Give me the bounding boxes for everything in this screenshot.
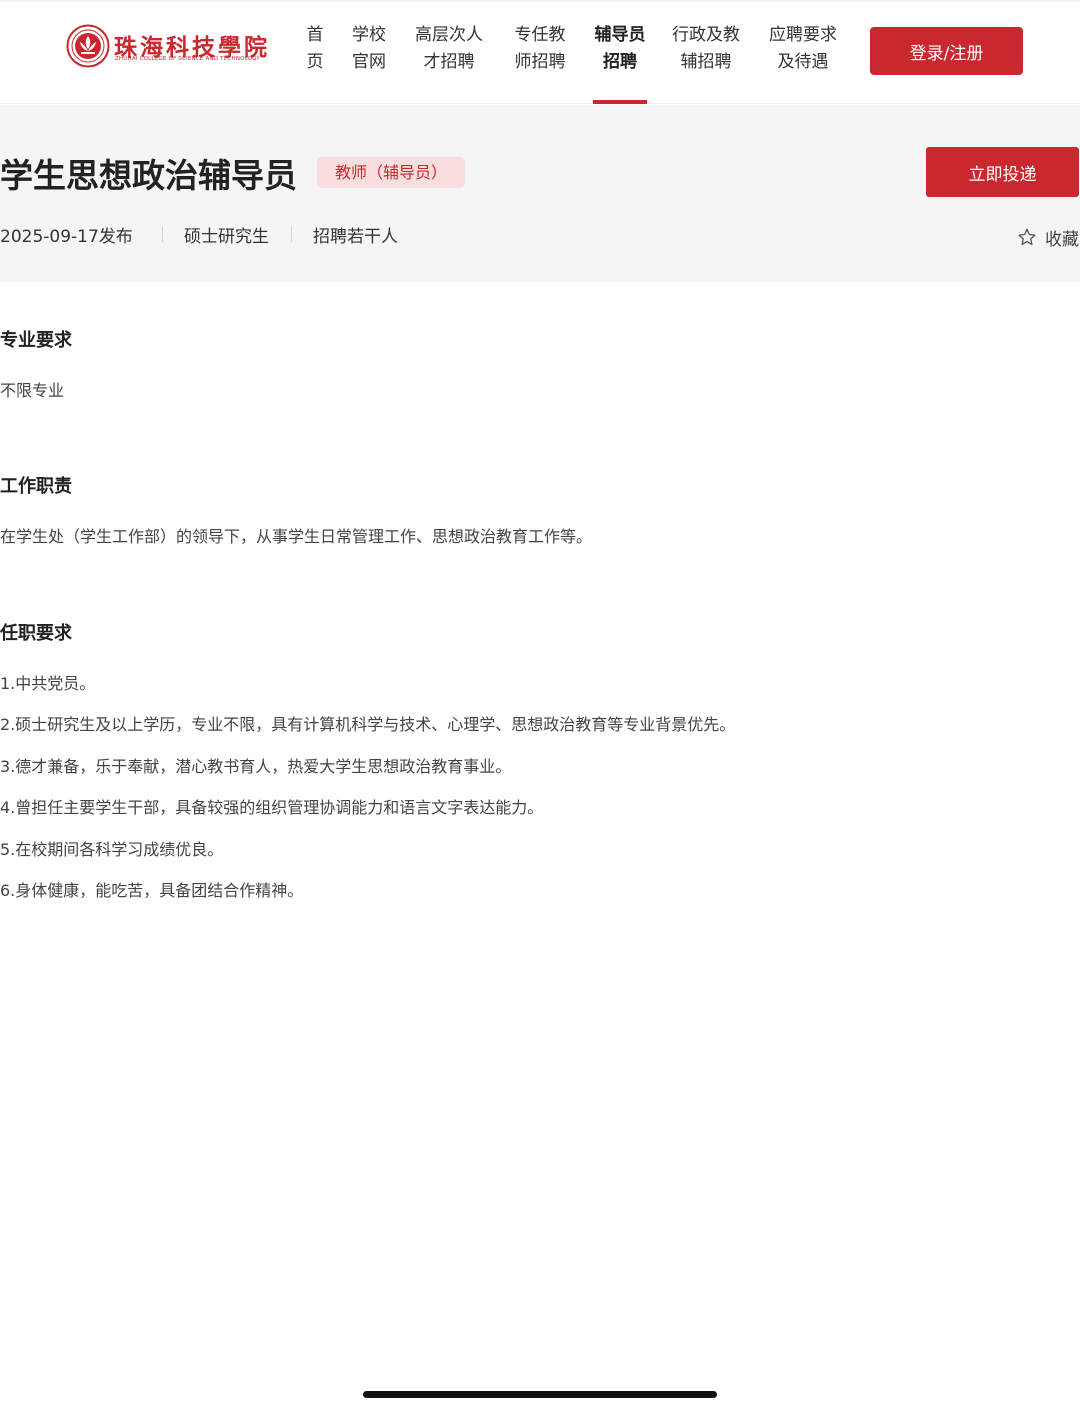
nav-admin-staff[interactable]: 行政及教 辅招聘 — [670, 22, 742, 104]
favorite-label: 收藏 — [1045, 230, 1079, 250]
requirement-item: 3.德才兼备，乐于奉献，潜心教书育人，热爱大学生思想政治教育事业。 — [0, 757, 512, 776]
apply-now-button[interactable]: 立即投递 — [926, 147, 1079, 197]
nav-fulltime-teacher[interactable]: 专任教 师招聘 — [513, 22, 567, 104]
nav-school-website[interactable]: 学校 官网 — [351, 22, 387, 104]
job-header-band: 学生思想政治辅导员 教师（辅导员） 立即投递 2025-09-17发布 硕士研究… — [0, 105, 1080, 282]
posted-date: 2025-09-17发布 — [0, 227, 133, 247]
job-title: 学生思想政治辅导员 — [0, 156, 297, 195]
duties-text: 在学生处（学生工作部）的领导下，从事学生日常管理工作、思想政治教育工作等。 — [0, 527, 593, 546]
meta-divider — [162, 226, 163, 242]
requirement-item: 5.在校期间各科学习成绩优良。 — [0, 840, 224, 859]
requirement-item: 4.曾担任主要学生干部，具备较强的组织管理协调能力和语言文字表达能力。 — [0, 798, 544, 817]
college-logo[interactable]: 珠海科技學院 ZHUHAI COLLEGE OF SCIENCE AND TEC… — [66, 24, 267, 70]
star-icon — [1018, 228, 1036, 246]
nav-high-level-talent[interactable]: 高层次人 才招聘 — [413, 22, 485, 104]
major-text: 不限专业 — [0, 381, 65, 400]
logo-subtitle: ZHUHAI COLLEGE OF SCIENCE AND TECHNOLOGY — [115, 56, 260, 62]
duties-section-title: 工作职责 — [0, 476, 72, 497]
education-requirement: 硕士研究生 — [184, 227, 269, 247]
home-indicator[interactable] — [363, 1391, 717, 1398]
page: 珠海科技學院 ZHUHAI COLLEGE OF SCIENCE AND TEC… — [0, 0, 1080, 1409]
nav-counselor[interactable]: 辅导员 招聘 — [593, 22, 647, 104]
headcount: 招聘若干人 — [313, 227, 398, 247]
nav-requirements-benefits[interactable]: 应聘要求 及待遇 — [767, 22, 839, 104]
nav-active-indicator — [593, 100, 647, 104]
login-register-button[interactable]: 登录/注册 — [870, 27, 1023, 75]
major-section-title: 专业要求 — [0, 330, 72, 351]
lotus-seal-icon — [66, 24, 110, 68]
top-divider — [0, 0, 1080, 2]
site-header: 珠海科技學院 ZHUHAI COLLEGE OF SCIENCE AND TEC… — [0, 0, 1080, 104]
requirement-item: 2.硕士研究生及以上学历，专业不限，具有计算机科学与技术、心理学、思想政治教育等… — [0, 715, 736, 734]
nav-home[interactable]: 首 页 — [306, 22, 324, 104]
requirement-item: 6.身体健康，能吃苦，具备团结合作精神。 — [0, 881, 304, 900]
job-category-tag: 教师（辅导员） — [317, 157, 465, 188]
requirement-item: 1.中共党员。 — [0, 674, 96, 693]
meta-divider — [291, 226, 292, 242]
favorite-button[interactable]: 收藏 — [1016, 225, 1080, 250]
requirements-section-title: 任职要求 — [0, 623, 72, 644]
